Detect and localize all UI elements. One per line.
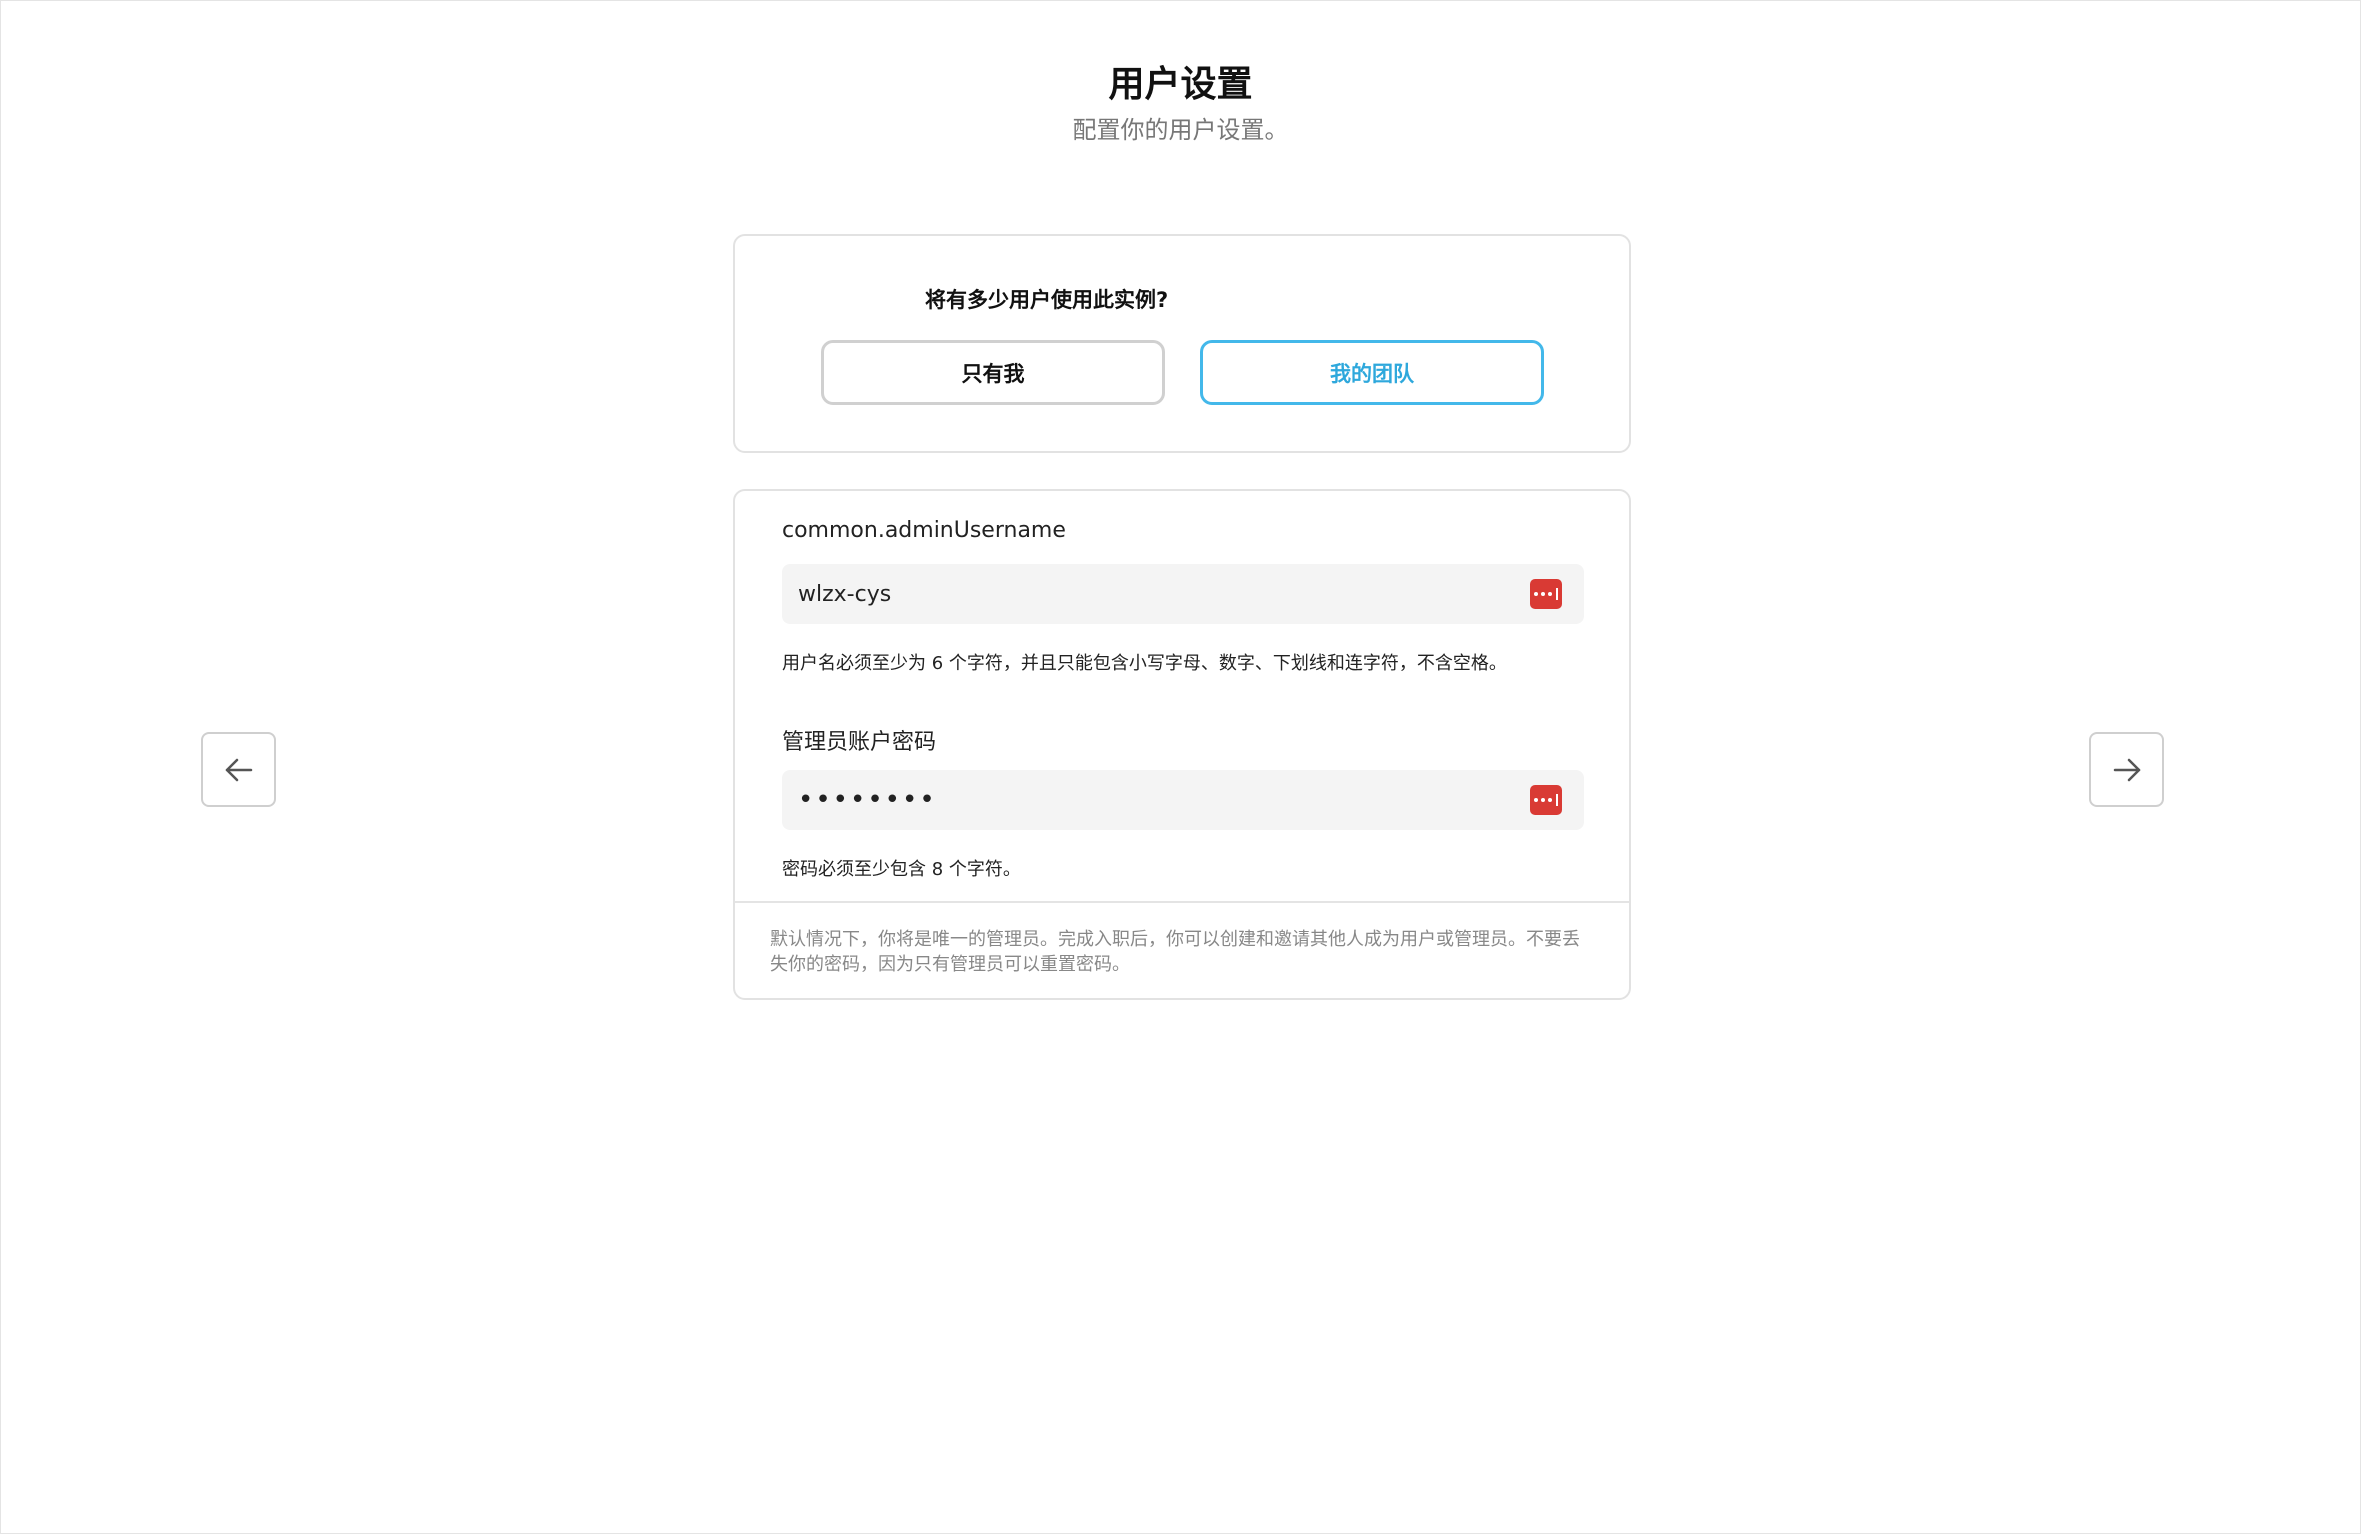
only-me-button[interactable]: 只有我 [821, 340, 1165, 405]
username-hint: 用户名必须至少为 6 个字符，并且只能包含小写字母、数字、下划线和连字符，不含空… [782, 653, 1507, 674]
password-manager-icon[interactable] [1530, 785, 1562, 815]
arrow-right-icon [2113, 758, 2140, 781]
password-manager-icon[interactable] [1530, 579, 1562, 609]
admin-note: 默认情况下，你将是唯一的管理员。完成入职后，你可以创建和邀请其他人成为用户或管理… [770, 929, 1580, 975]
user-count-question: 将有多少用户使用此实例? [925, 288, 1169, 312]
password-hint: 密码必须至少包含 8 个字符。 [782, 859, 1021, 880]
password-input[interactable] [782, 770, 1502, 830]
user-count-card: 将有多少用户使用此实例? 只有我 我的团队 [733, 234, 1631, 453]
password-field-wrap [782, 770, 1584, 830]
arrow-left-icon [225, 758, 252, 781]
card-divider [735, 901, 1629, 903]
username-field-wrap [782, 564, 1584, 624]
page-header: 用户设置 配置你的用户设置。 [1, 61, 2360, 147]
username-label: common.adminUsername [782, 518, 1066, 543]
next-step-button[interactable] [2089, 732, 2164, 807]
password-label: 管理员账户密码 [782, 730, 937, 755]
previous-step-button[interactable] [201, 732, 276, 807]
my-team-button[interactable]: 我的团队 [1200, 340, 1544, 405]
page-title: 用户设置 [1108, 64, 1253, 105]
admin-account-card: common.adminUsername 用户名必须至少为 6 个字符，并且只能… [733, 489, 1631, 1000]
username-input[interactable] [782, 564, 1502, 624]
page-subtitle: 配置你的用户设置。 [1072, 116, 1289, 144]
